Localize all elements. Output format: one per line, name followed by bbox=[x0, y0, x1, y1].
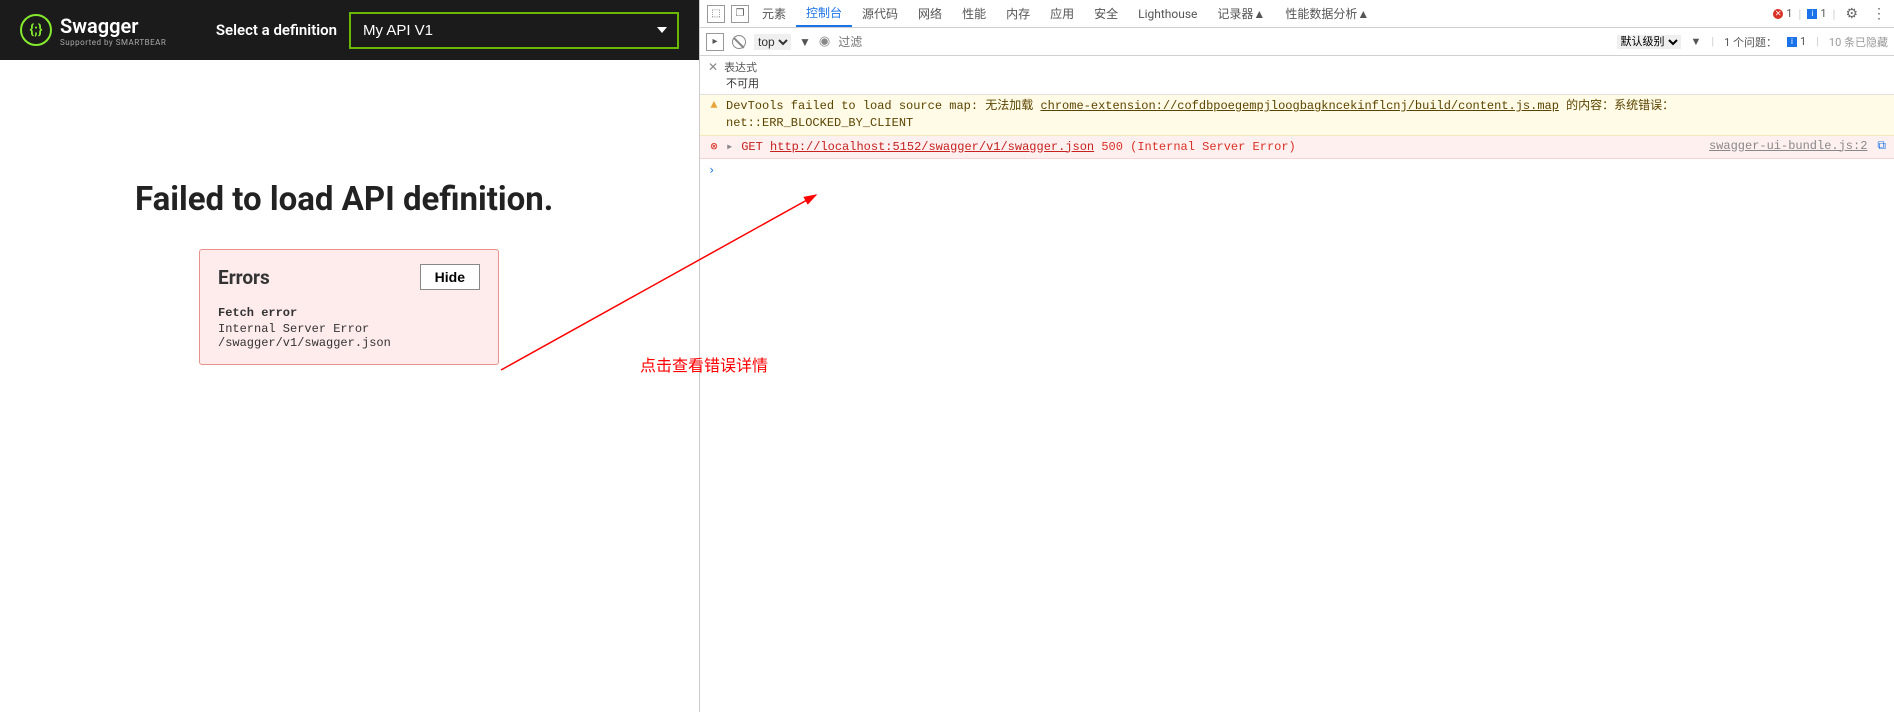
error-title: Failed to load API definition. bbox=[135, 180, 669, 219]
tab-security[interactable]: 安全 bbox=[1084, 0, 1128, 27]
hide-button[interactable]: Hide bbox=[420, 264, 480, 290]
more-icon[interactable]: ⋮ bbox=[1868, 6, 1890, 22]
tab-elements[interactable]: 元素 bbox=[752, 0, 796, 27]
inspect-icon[interactable]: ⬚ bbox=[707, 5, 725, 23]
error-url-link[interactable]: http://localhost:5152/swagger/v1/swagger… bbox=[770, 140, 1094, 154]
swagger-subtitle: Supported by SMARTBEAR bbox=[60, 38, 166, 47]
issues-label: 1 个问题： bbox=[1724, 34, 1777, 50]
expand-caret-icon[interactable]: ▸ bbox=[726, 139, 733, 154]
console-error-row[interactable]: ⊗ ▸ GET http://localhost:5152/swagger/v1… bbox=[700, 136, 1894, 160]
swagger-header: {;} Swagger Supported by SMARTBEAR Selec… bbox=[0, 0, 699, 60]
live-expression-icon[interactable]: ◉ bbox=[819, 34, 830, 49]
expression-label: 表达式 bbox=[724, 59, 757, 75]
annotation-text: 点击查看错误详情 bbox=[640, 352, 768, 376]
swagger-pane: {;} Swagger Supported by SMARTBEAR Selec… bbox=[0, 0, 700, 712]
tab-memory[interactable]: 内存 bbox=[996, 0, 1040, 27]
copy-icon[interactable]: ⧉ bbox=[1877, 139, 1886, 153]
fetch-error-detail: Internal Server Error /swagger/v1/swagge… bbox=[218, 322, 480, 350]
console-body: ▲ DevTools failed to load source map: 无法… bbox=[700, 95, 1894, 712]
definition-select[interactable]: My API V1 bbox=[349, 12, 679, 49]
console-prompt[interactable]: › bbox=[700, 159, 1894, 181]
expression-bar: ✕ 表达式 不可用 bbox=[700, 56, 1894, 95]
tab-perf-insights[interactable]: 性能数据分析 ▲ bbox=[1275, 0, 1379, 27]
errors-box: Errors Hide Fetch error Internal Server … bbox=[199, 249, 499, 365]
sidebar-toggle-icon[interactable]: ▸ bbox=[706, 33, 724, 51]
context-select[interactable]: top bbox=[754, 34, 791, 50]
error-message: GET http://localhost:5152/swagger/v1/swa… bbox=[741, 139, 1703, 156]
fetch-error-label: Fetch error bbox=[218, 306, 480, 320]
tab-sources[interactable]: 源代码 bbox=[852, 0, 908, 27]
tab-performance[interactable]: 性能 bbox=[952, 0, 996, 27]
errors-heading: Errors bbox=[218, 266, 270, 289]
console-warning-row[interactable]: ▲ DevTools failed to load source map: 无法… bbox=[700, 95, 1894, 136]
swagger-logo-icon: {;} bbox=[20, 14, 52, 46]
settings-icon[interactable]: ⚙ bbox=[1841, 6, 1862, 22]
expression-not-available: 不可用 bbox=[708, 75, 1886, 91]
warning-icon: ▲ bbox=[708, 98, 720, 112]
error-content: Failed to load API definition. Errors Hi… bbox=[0, 60, 699, 395]
definition-label: Select a definition bbox=[216, 21, 337, 39]
console-toolbar: ▸ top ▼ ◉ 默认级别▼ | 1 个问题： i1 | 10 条已隐藏 bbox=[700, 28, 1894, 56]
swagger-logo-text: Swagger Supported by SMARTBEAR bbox=[60, 14, 166, 47]
hidden-count: 10 条已隐藏 bbox=[1829, 34, 1888, 50]
clear-console-icon[interactable] bbox=[732, 35, 746, 49]
expression-close-icon[interactable]: ✕ bbox=[708, 60, 718, 74]
warning-message: DevTools failed to load source map: 无法加载… bbox=[726, 98, 1886, 132]
devtools-pane: ⬚ ❐ 元素 控制台 源代码 网络 性能 内存 应用 安全 Lighthouse… bbox=[700, 0, 1894, 712]
info-badge[interactable]: i1 bbox=[1807, 7, 1826, 20]
filter-right: 默认级别▼ | 1 个问题： i1 | 10 条已隐藏 bbox=[1617, 34, 1888, 50]
error-source-link[interactable]: swagger-ui-bundle.js:2 bbox=[1709, 139, 1867, 153]
device-icon[interactable]: ❐ bbox=[731, 5, 749, 23]
swagger-logo: {;} Swagger Supported by SMARTBEAR bbox=[20, 14, 166, 47]
error-icon: ⊗ bbox=[708, 139, 720, 154]
tab-application[interactable]: 应用 bbox=[1040, 0, 1084, 27]
warning-sourcemap-link[interactable]: chrome-extension://cofdbpoegempjloogbagk… bbox=[1040, 99, 1558, 113]
definition-select-wrap: My API V1 bbox=[349, 12, 679, 49]
tab-recorder[interactable]: 记录器 ▲ bbox=[1207, 0, 1275, 27]
tab-console[interactable]: 控制台 bbox=[796, 0, 852, 27]
devtools-tabrow: ⬚ ❐ 元素 控制台 源代码 网络 性能 内存 应用 安全 Lighthouse… bbox=[700, 0, 1894, 28]
devtools-tab-right: ✕1 | i1 | ⚙ ⋮ bbox=[1773, 6, 1890, 22]
swagger-brand: Swagger bbox=[60, 14, 166, 38]
tab-network[interactable]: 网络 bbox=[908, 0, 952, 27]
error-badge[interactable]: ✕1 bbox=[1773, 7, 1792, 20]
filter-input[interactable] bbox=[838, 35, 1608, 49]
issues-badge[interactable]: i1 bbox=[1787, 35, 1806, 48]
tab-lighthouse[interactable]: Lighthouse bbox=[1128, 0, 1207, 27]
log-level-select[interactable]: 默认级别 bbox=[1617, 35, 1681, 49]
errors-header: Errors Hide bbox=[218, 264, 480, 290]
